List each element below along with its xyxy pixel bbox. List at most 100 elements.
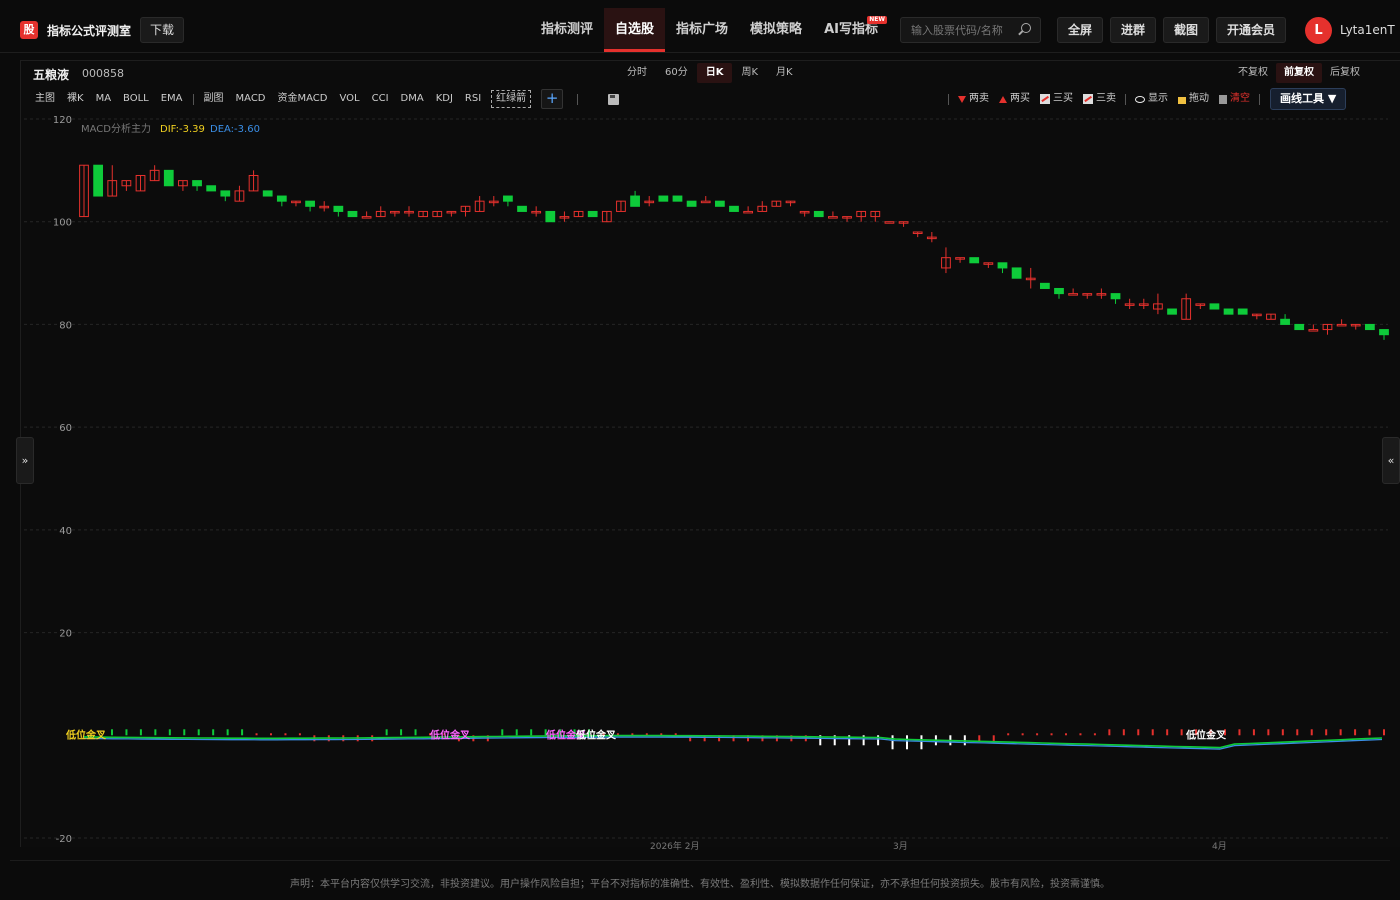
macd-bar — [197, 729, 200, 736]
candle-up — [700, 200, 711, 204]
golden-cross-label: 低位金叉 — [65, 728, 107, 741]
macd-bar — [1368, 729, 1371, 736]
macd-bar — [1252, 729, 1255, 736]
macd-bar — [992, 735, 995, 742]
y-tick-label: 40 — [59, 526, 72, 537]
macd-bar — [111, 729, 113, 736]
expand-right-handle[interactable]: « — [1382, 437, 1400, 484]
disclaimer: 声明：本平台内容仅供学习交流，非投资建议。用户操作风险自担；平台不对指标的准确性… — [290, 879, 1110, 890]
macd-bar — [385, 729, 388, 736]
macd-bar — [255, 733, 258, 736]
y-tick-label: 120 — [53, 115, 72, 126]
candle-down — [545, 210, 556, 223]
macd-bar — [1036, 733, 1039, 736]
macd-bar — [212, 729, 215, 736]
macd-bar — [1325, 729, 1328, 736]
macd-bar — [1310, 729, 1313, 736]
x-tick-label: 4月 — [1212, 841, 1227, 852]
kline-chart[interactable]: 120 100 80 60 40 20 -20 2026年 2月 3月 4月 MACD分析主力 DIF… — [0, 0, 1400, 860]
macd-bar — [1007, 733, 1010, 736]
candle-down — [686, 200, 697, 207]
macd-bar — [1339, 729, 1342, 736]
candle-down — [262, 190, 273, 197]
candle-down — [1223, 308, 1234, 315]
macd-legend: DEA:-3.60 — [210, 124, 260, 135]
macd-bar — [414, 729, 417, 736]
candle-down — [220, 190, 231, 197]
macd-bar — [1354, 729, 1357, 736]
macd-bar — [1238, 729, 1241, 736]
candle-down — [1280, 318, 1290, 325]
candle-down — [672, 195, 683, 202]
candle-down — [206, 185, 217, 192]
candle-down — [729, 205, 739, 212]
golden-cross-label: 低位金叉 — [575, 728, 617, 741]
candle-up — [743, 210, 754, 214]
macd-bar — [891, 735, 894, 750]
macd-legend: MACD分析主力 — [81, 122, 151, 135]
candle-down — [630, 195, 640, 207]
y-tick-label: 60 — [59, 423, 72, 434]
macd-bar — [1108, 729, 1111, 736]
footer-divider — [10, 860, 1390, 861]
macd-bar — [1050, 733, 1053, 736]
candle-down — [587, 210, 598, 218]
candle-down — [305, 200, 315, 207]
candle-down — [1379, 329, 1389, 336]
macd-bar — [530, 729, 533, 736]
macd-bar — [1267, 729, 1270, 736]
expand-left-handle[interactable]: » — [16, 437, 34, 484]
macd-bar — [298, 733, 301, 736]
macd-bar — [1151, 729, 1154, 736]
macd-bar — [241, 729, 244, 736]
y-tick-label: 80 — [59, 320, 72, 331]
candle-down — [813, 210, 824, 218]
y-tick-label: -20 — [56, 834, 72, 845]
candle-down — [1364, 323, 1375, 331]
macd-legend: DIF:-3.39 — [160, 124, 205, 135]
golden-cross-label: 低位金叉 — [1185, 728, 1227, 741]
macd-bar — [284, 733, 287, 736]
candle-down — [1167, 308, 1177, 315]
candle-down — [276, 195, 287, 202]
candle-up — [1308, 329, 1319, 332]
candle-down — [997, 262, 1008, 269]
macd-bar — [1180, 729, 1183, 736]
macd-bar — [1079, 733, 1082, 736]
candle-down — [163, 169, 174, 187]
golden-cross-label: 低位金叉 — [429, 728, 471, 741]
y-tick-label: 20 — [59, 629, 72, 640]
macd-bar — [978, 735, 981, 742]
candle-down — [347, 210, 358, 218]
macd-bar — [270, 733, 272, 736]
x-tick-label: 3月 — [893, 841, 908, 852]
candle-down — [503, 195, 513, 202]
macd-bar — [125, 729, 128, 736]
macd-bar — [1296, 729, 1299, 736]
macd-bar — [168, 729, 171, 736]
candle-up — [1336, 323, 1347, 327]
x-tick-label: 2026年 2月 — [650, 840, 700, 852]
candle-down — [1054, 287, 1064, 295]
macd-bar — [154, 729, 157, 736]
macd-bar — [1093, 733, 1096, 736]
macd-bar — [906, 735, 908, 750]
candle-up — [884, 221, 895, 224]
macd-bar — [1065, 733, 1067, 736]
macd-bar — [1166, 729, 1169, 736]
macd-bar — [1122, 729, 1125, 736]
candle-down — [714, 200, 725, 207]
candle-down — [1039, 282, 1050, 289]
candle-down — [1011, 267, 1022, 279]
candle-up — [361, 216, 372, 219]
candle-down — [1294, 323, 1305, 331]
candle-down — [969, 257, 980, 264]
y-tick-label: 100 — [53, 218, 72, 229]
candle-down — [93, 164, 104, 197]
candle-down — [658, 195, 669, 202]
candle-down — [1209, 303, 1220, 310]
candle-up — [828, 216, 838, 219]
macd-bar — [183, 729, 186, 736]
candle-down — [333, 205, 344, 212]
candle-up — [1068, 293, 1079, 296]
